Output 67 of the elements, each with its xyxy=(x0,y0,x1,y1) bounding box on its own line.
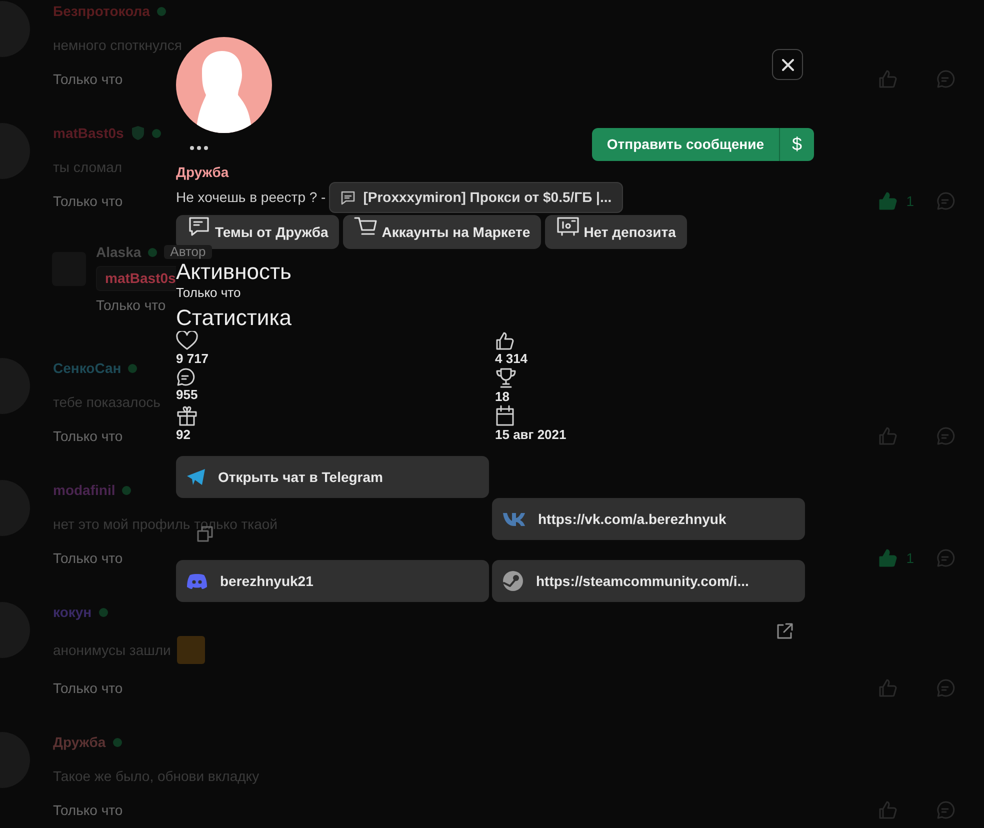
status-link[interactable]: [Proxxxymiron] Прокси от $0.5/ГБ |... xyxy=(329,182,623,213)
heart-icon xyxy=(176,331,198,351)
profile-link-button[interactable]: Нет депозита xyxy=(544,215,687,249)
calendar-icon xyxy=(495,405,515,427)
timestamp: Только что xyxy=(53,192,123,211)
timestamp: Только что xyxy=(96,296,166,315)
game-controller-icon xyxy=(186,572,208,590)
reply-button[interactable] xyxy=(936,69,956,89)
online-dot xyxy=(122,486,132,494)
thumbs-up-icon xyxy=(495,331,515,351)
like-count: 1 xyxy=(906,549,914,568)
close-button[interactable] xyxy=(772,49,803,80)
reply-button[interactable] xyxy=(936,191,956,211)
external-link-icon[interactable] xyxy=(776,622,794,640)
profile-link-button[interactable]: Аккаунты на Маркете xyxy=(342,215,542,249)
like-button[interactable] xyxy=(878,426,898,446)
reply-button[interactable] xyxy=(936,678,956,698)
online-dot xyxy=(128,364,138,372)
person-silhouette-icon xyxy=(194,49,254,133)
username[interactable]: Alaska xyxy=(96,242,142,262)
like-button[interactable] xyxy=(878,548,898,568)
chat-bubble-icon xyxy=(340,190,356,206)
stat-value: 9 717 xyxy=(176,351,209,367)
online-dot xyxy=(152,128,161,138)
profile-link-button[interactable]: Темы от Дружба xyxy=(176,215,340,249)
author-badge: Автор xyxy=(164,245,212,259)
like-button[interactable] xyxy=(878,69,898,89)
contact-link-button[interactable]: Открыть чат в Telegram xyxy=(176,456,489,498)
profile-name: Дружба xyxy=(176,163,230,181)
online-dot xyxy=(156,6,166,16)
threads-icon xyxy=(187,216,211,238)
stat-value: 4 314 xyxy=(495,351,528,367)
chat-bubble-icon xyxy=(176,367,196,387)
tip-button[interactable]: $ xyxy=(779,128,814,161)
gift-icon xyxy=(176,405,198,427)
steam-logo-icon xyxy=(502,570,524,592)
safe-icon xyxy=(556,216,580,238)
online-dot xyxy=(98,608,108,616)
stat-value: 18 xyxy=(495,389,510,405)
timestamp: Только что xyxy=(53,427,123,446)
cart-icon xyxy=(354,216,378,238)
more-icon[interactable] xyxy=(189,145,209,151)
like-button[interactable] xyxy=(878,678,898,698)
vk-logo-icon xyxy=(502,512,526,526)
timestamp: Только что xyxy=(53,549,123,568)
timestamp: Только что xyxy=(53,70,123,89)
stat-value: 15 авг 2021 xyxy=(495,427,566,443)
online-dot xyxy=(112,738,122,746)
online-dot xyxy=(148,248,158,256)
contact-link-button[interactable]: https://steamcommunity.com/i... xyxy=(492,560,805,602)
like-count: 1 xyxy=(906,192,914,211)
timestamp: Только что xyxy=(53,801,123,820)
stat-value: 92 xyxy=(176,427,190,443)
close-icon xyxy=(782,58,794,70)
paper-plane-icon xyxy=(186,468,206,486)
stat-value: 955 xyxy=(176,387,198,403)
reply-button[interactable] xyxy=(936,800,956,820)
like-button[interactable] xyxy=(878,191,898,211)
trophy-icon xyxy=(495,367,517,389)
status-text: Не хочешь в реестр ? - xyxy=(176,188,326,207)
timestamp: Только что xyxy=(53,679,123,698)
contact-link-button[interactable]: berezhnyuk21 xyxy=(176,560,489,602)
contact-link-button[interactable]: https://vk.com/a.berezhnyuk xyxy=(492,498,805,540)
reply-button[interactable] xyxy=(936,548,956,568)
reply-button[interactable] xyxy=(936,426,956,446)
like-button[interactable] xyxy=(878,800,898,820)
send-message-button[interactable]: Отправить сообщение xyxy=(592,128,779,161)
